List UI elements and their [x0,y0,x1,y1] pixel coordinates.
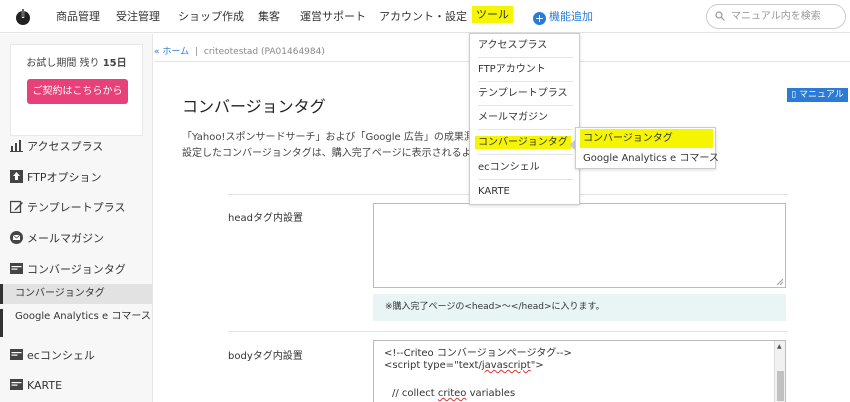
sidebar-item-ec-concierge[interactable]: ecコンシェル [0,347,152,363]
menu-item-ftp-account[interactable]: FTPアカウント [478,58,573,82]
scroll-thumb[interactable] [777,371,784,401]
tools-dropdown-menu: アクセスプラス FTPアカウント テンプレートプラス メールマガジン コンバージ… [469,33,580,205]
head-tag-hint: ※購入完了ページの<head>～</head>に入ります。 [373,294,786,321]
sidebar-item-label: メールマガジン [27,232,104,245]
description-line: 設定したコンバージョンタグは、購入完了ページに表示されるよ [182,148,472,159]
menu-item-mail-magazine[interactable]: メールマガジン [478,106,573,130]
manual-search-input[interactable]: マニュアル内を検索 [706,4,846,29]
menu-item-template-plus[interactable]: テンプレートプラス [478,82,573,106]
scroll-up-icon[interactable]: ▲ [777,343,782,350]
sidebar-item-label: ecコンシェル [27,349,95,362]
textarea-scrollbar[interactable]: ▲ [774,341,785,402]
submenu-item-conversion-tag[interactable]: コンバージョンタグ [580,129,713,148]
body-tag-textarea[interactable]: <!--Criteo コンバージョンページタグ--> <script type=… [373,340,786,402]
sidebar-item-label: アクセスプラス [27,140,104,153]
resize-handle-icon[interactable] [776,278,783,285]
add-feature-label: 機能追加 [549,10,593,23]
nav-products[interactable]: 商品管理 [56,8,100,24]
trial-prefix: お試し期間 残り [26,58,100,69]
search-placeholder: マニュアル内を検索 [731,11,821,22]
code-line: // collect criteo variables [392,388,516,399]
nav-orders[interactable]: 受注管理 [116,8,160,24]
tag-icon [10,263,23,274]
sidebar-item-conversion-tag[interactable]: コンバージョンタグ [0,261,152,277]
breadcrumb-shop: criteotestad [203,47,259,57]
description-line: 「Yahoo!スポンサードサーチ」および「Google 広告」の成果測 [182,132,474,143]
sidebar: お試し期間 残り 15日 ご契約はこちらから アクセスプラス FTPオプション … [0,34,153,402]
sidebar-item-template-plus[interactable]: テンプレートプラス [0,199,152,215]
breadcrumb: « ホーム | criteotestad (PA01464984) [154,44,325,57]
sidebar-item-ftp[interactable]: FTPオプション [0,169,152,185]
chart-icon [10,140,23,152]
manual-icon: ▯ [791,90,797,100]
head-tag-textarea[interactable] [373,203,786,288]
mail-icon [10,231,23,244]
sidebar-item-mail-magazine[interactable]: メールマガジン [0,230,152,246]
menu-item-access-plus[interactable]: アクセスプラス [478,34,573,58]
sidebar-subitem-google-analytics[interactable]: Google Analytics e コマース [0,309,152,337]
code-line: <!--Criteo コンバージョンページタグ--> [384,348,572,359]
page-title: コンバージョンタグ [182,97,326,116]
nav-tools[interactable]: ツール [472,6,513,23]
code-line: <script type="text/javascript"> [384,360,544,371]
nav-support[interactable]: 運営サポート [300,8,366,24]
sidebar-item-access-plus[interactable]: アクセスプラス [0,138,152,154]
breadcrumb-home-link[interactable]: « ホーム [154,47,189,57]
sidebar-item-label: FTPオプション [27,171,102,184]
top-navigation: 商品管理 受注管理 ショップ作成 集客 運営サポート アカウント・設定 ツール … [0,0,850,33]
sidebar-item-label: コンバージョンタグ [27,263,126,276]
body-tag-label: bodyタグ内設置 [228,351,303,362]
add-feature-link[interactable]: + 機能追加 [533,8,593,25]
upload-icon [10,170,23,183]
description: 「Yahoo!スポンサードサーチ」および「Google 広告」の成果測 設定した… [182,130,474,162]
menu-item-karte[interactable]: KARTE [478,180,573,204]
nav-account-settings[interactable]: アカウント・設定 [379,8,467,24]
tag-icon [10,349,23,360]
trial-remaining: お試し期間 残り 15日 [11,54,142,69]
manual-button[interactable]: ▯ マニュアル [787,88,848,102]
plus-icon: + [533,12,546,25]
contract-button[interactable]: ご契約はこちらから [27,79,128,104]
breadcrumb-separator: | [194,47,199,57]
trial-days: 15日 [102,58,127,69]
section-divider [228,331,788,332]
submenu-item-google-analytics[interactable]: Google Analytics e コマース [580,149,719,168]
edit-icon [10,200,23,213]
head-tag-label: headタグ内設置 [228,213,303,224]
sidebar-item-label: KARTE [27,379,63,392]
shop-logo-icon[interactable] [14,8,32,26]
sidebar-subitem-conversion-tag[interactable]: コンバージョンタグ [0,284,152,304]
nav-shop-builder[interactable]: ショップ作成 [178,8,244,24]
menu-item-conversion-tag[interactable]: コンバージョンタグ [475,131,573,155]
sidebar-item-karte[interactable]: KARTE [0,378,152,392]
menu-item-label: コンバージョンタグ [475,136,571,149]
search-icon [715,11,725,21]
nav-marketing[interactable]: 集客 [258,8,280,24]
trial-box: お試し期間 残り 15日 ご契約はこちらから [10,44,143,136]
tag-icon [10,379,23,390]
manual-label: マニュアル [799,90,844,100]
conversion-tag-submenu: コンバージョンタグ Google Analytics e コマース [575,127,719,169]
menu-item-ec-concierge[interactable]: ecコンシェル [478,156,573,180]
sidebar-item-label: テンプレートプラス [27,201,126,214]
breadcrumb-shop-id: (PA01464984) [261,47,325,57]
